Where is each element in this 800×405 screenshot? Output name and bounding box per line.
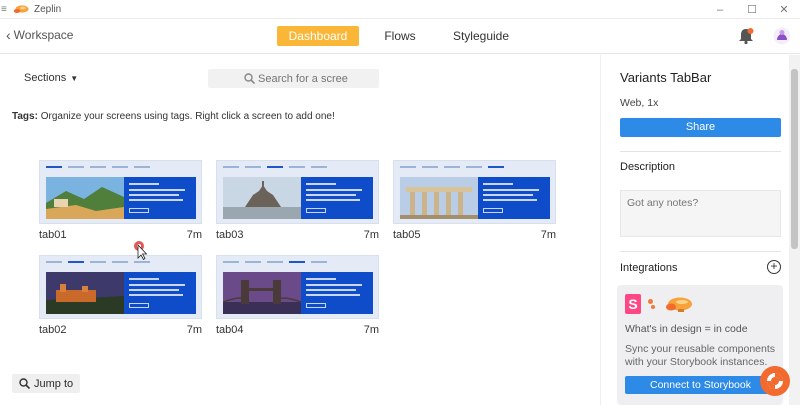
screen-name: tab03	[216, 229, 244, 241]
screen-card-tab02[interactable]: tab02 7m	[39, 255, 202, 336]
screen-age: 7m	[363, 229, 379, 241]
screen-age: 7m	[540, 229, 556, 241]
share-button[interactable]: Share	[620, 118, 781, 137]
screen-thumbnail	[216, 255, 379, 319]
user-avatar[interactable]	[773, 27, 791, 45]
thumbnail-photo	[223, 177, 301, 219]
add-integration-button[interactable]: +	[767, 260, 781, 274]
search-icon	[244, 73, 255, 84]
sections-dropdown[interactable]: Sections ▼	[24, 72, 78, 84]
screen-thumbnail	[39, 160, 202, 224]
screen-name: tab01	[39, 229, 67, 241]
integration-headline: What's in design = in code	[625, 323, 748, 335]
storybook-logo-icon: S	[625, 294, 641, 314]
notes-field[interactable]	[620, 190, 781, 237]
divider	[620, 251, 781, 252]
chevron-down-icon: ▼	[70, 73, 79, 83]
tags-label: Tags:	[12, 111, 38, 122]
screen-title: Variants TabBar	[620, 70, 712, 85]
screen-age: 7m	[186, 324, 202, 336]
divider	[620, 151, 781, 152]
screen-thumbnail	[39, 255, 202, 319]
zeplin-blimp-icon	[666, 297, 692, 312]
maximize-button[interactable]: ☐	[736, 0, 768, 19]
chevron-left-icon: ‹	[6, 27, 11, 43]
thumbnail-photo	[223, 272, 301, 314]
connector-dots-icon	[648, 298, 658, 310]
screens-dashboard: Sections ▼ Tags: Organize your screens u…	[0, 55, 600, 405]
scrollbar-thumb[interactable]	[791, 69, 798, 249]
screen-card-tab04[interactable]: tab04 7m	[216, 255, 379, 336]
integration-description: Sync your reusable components with your …	[625, 343, 775, 368]
screen-thumbnail	[216, 160, 379, 224]
mouse-cursor-icon	[134, 241, 148, 260]
close-button[interactable]: ✕	[768, 0, 800, 19]
connect-storybook-button[interactable]: Connect to Storybook	[625, 376, 776, 394]
search-box[interactable]	[208, 69, 379, 88]
back-to-workspace-link[interactable]: ‹ Workspace	[6, 27, 73, 43]
screen-card-tab01[interactable]: tab01 7m	[39, 160, 202, 241]
integrations-heading: Integrations	[620, 262, 678, 274]
screen-card-tab05[interactable]: tab05 7m	[393, 160, 556, 241]
jump-to-label: Jump to	[34, 377, 74, 390]
screen-name: tab02	[39, 324, 67, 336]
platform-density: Web, 1x	[620, 97, 659, 109]
storybook-integration-card: S What's in design = in code Sync your r…	[617, 285, 783, 405]
tab-styleguide[interactable]: Styleguide	[445, 26, 517, 46]
thumbnail-photo	[46, 177, 124, 219]
screen-card-tab03[interactable]: tab03 7m	[216, 160, 379, 241]
screen-name: tab05	[393, 229, 421, 241]
title-bar: ≡ Zeplin – ☐ ✕	[0, 0, 800, 19]
window-controls: – ☐ ✕	[704, 0, 800, 19]
tab-dashboard[interactable]: Dashboard	[277, 26, 359, 46]
search-input[interactable]	[258, 72, 378, 85]
description-heading: Description	[620, 161, 676, 173]
sidebar-scrollbar[interactable]	[789, 55, 800, 405]
zeplin-logo-icon	[13, 5, 29, 13]
app-title: Zeplin	[34, 3, 62, 15]
menu-icon[interactable]: ≡	[1, 4, 11, 15]
tab-flows[interactable]: Flows	[370, 26, 430, 46]
lifebuoy-icon	[767, 373, 783, 389]
jump-to-button[interactable]: Jump to	[12, 374, 80, 393]
search-icon	[19, 378, 30, 389]
help-lifebuoy-button[interactable]	[760, 366, 790, 396]
top-navigation: ‹ Workspace Dashboard Flows Styleguide	[0, 19, 800, 54]
screen-details-panel: Variants TabBar Web, 1x Share Descriptio…	[600, 55, 800, 405]
thumbnail-photo	[46, 272, 124, 314]
thumbnail-photo	[400, 177, 478, 219]
notifications-bell-icon[interactable]	[737, 27, 755, 45]
screen-age: 7m	[186, 229, 202, 241]
tags-hint: Tags: Organize your screens using tags. …	[12, 111, 335, 122]
screen-thumbnail	[393, 160, 556, 224]
screen-name: tab04	[216, 324, 244, 336]
minimize-button[interactable]: –	[704, 0, 736, 19]
back-label: Workspace	[13, 28, 74, 42]
integration-logos: S	[625, 294, 694, 314]
sections-label: Sections	[24, 72, 67, 84]
tags-hint-text: Organize your screens using tags. Right …	[40, 111, 335, 122]
screen-age: 7m	[363, 324, 379, 336]
